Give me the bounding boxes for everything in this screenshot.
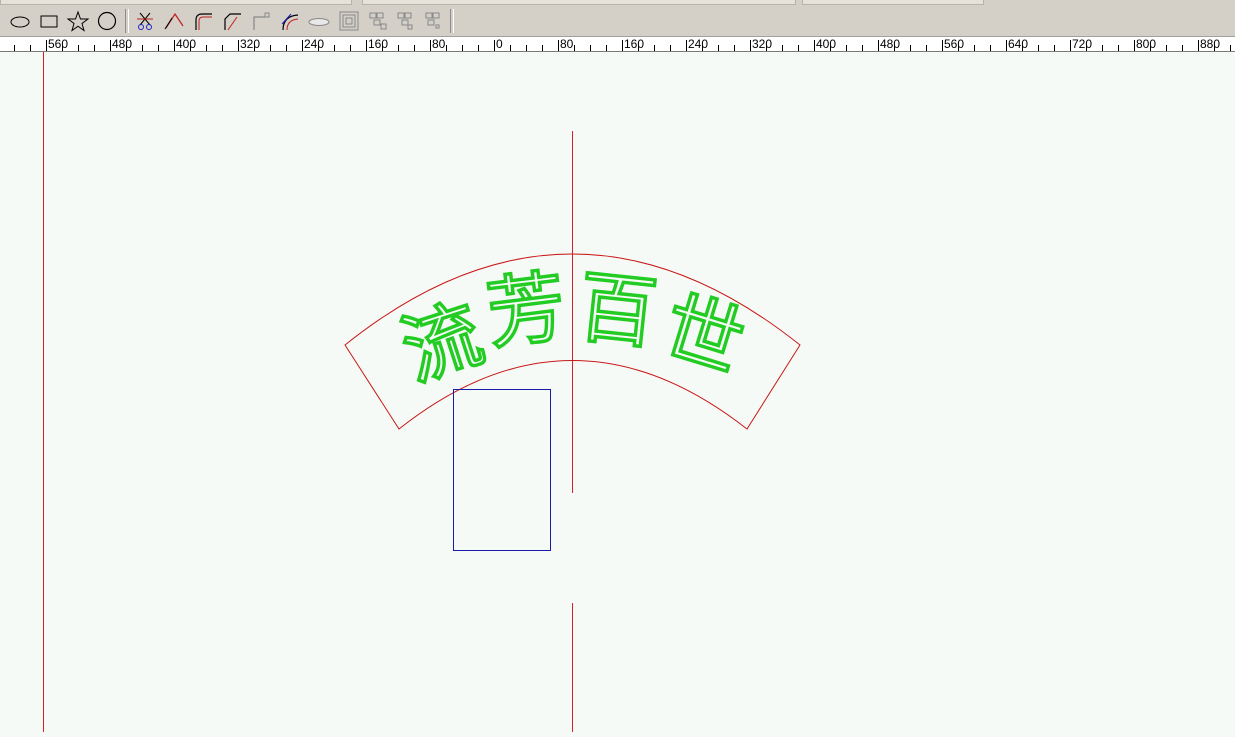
- panel-tab-right[interactable]: [802, 0, 984, 5]
- ellipse-tool-button[interactable]: [7, 8, 33, 34]
- cut-tool-button[interactable]: [132, 8, 158, 34]
- inner-corner-tool-button[interactable]: [248, 8, 274, 34]
- arc-text-char-3[interactable]: 百: [573, 262, 661, 361]
- arc-text-char-4[interactable]: 世: [652, 281, 754, 391]
- ruler-label: 160: [368, 37, 388, 51]
- panel-tab-middle[interactable]: [362, 0, 796, 5]
- ruler-label: 480: [880, 37, 900, 51]
- round-corner-tool-button[interactable]: [190, 8, 216, 34]
- drawing-canvas[interactable]: 流 芳 百 世: [0, 52, 1235, 732]
- ruler-scale: 560 480 400 320 240 160 80 0 80 160 240 320 400 480 56…: [14, 37, 1231, 51]
- ruler-label: 400: [816, 37, 836, 51]
- arc-text-char-1[interactable]: 流: [391, 288, 494, 399]
- concentric-squares-icon: [339, 11, 359, 31]
- chamfer-corner-icon: [224, 13, 241, 31]
- rectangle-icon: [40, 15, 58, 28]
- grouped-squares-icon: [425, 12, 440, 29]
- align-objects-a-button[interactable]: [365, 8, 391, 34]
- ruler-label: 240: [688, 37, 708, 51]
- drawing-toolbar: [0, 6, 1235, 37]
- star-icon: [67, 10, 89, 32]
- line-cut-tool-button[interactable]: [161, 8, 187, 34]
- toolbar-separator: [450, 9, 454, 33]
- chamfer-corner-tool-button[interactable]: [219, 8, 245, 34]
- flat-ellipse-icon: [308, 18, 330, 26]
- ruler-label: 0: [496, 37, 503, 51]
- grouped-squares-icon: [369, 12, 387, 30]
- ruler-label: 560: [944, 37, 964, 51]
- ruler-label: 160: [624, 37, 644, 51]
- ruler-label: 880: [1200, 37, 1220, 51]
- ruler-label: 80: [560, 37, 574, 51]
- horizontal-ruler[interactable]: 560 480 400 320 240 160 80 0 80 160 240 320 400 480 56…: [0, 37, 1235, 52]
- ruler-label: 640: [1008, 37, 1028, 51]
- canvas-drawing: 流 芳 百 世: [43, 52, 801, 732]
- octagon-icon: [97, 11, 117, 31]
- panel-tab-left[interactable]: [0, 0, 352, 5]
- angle-line-icon: [164, 12, 184, 30]
- arc-fillet-icon: [281, 13, 299, 31]
- star-tool-button[interactable]: [65, 8, 91, 34]
- align-objects-b-button[interactable]: [393, 8, 419, 34]
- align-objects-c-button[interactable]: [421, 8, 447, 34]
- arc-fillet-tool-button[interactable]: [277, 8, 303, 34]
- inner-corner-icon: [253, 12, 270, 30]
- ruler-label: 320: [240, 37, 260, 51]
- ruler-label: 480: [112, 37, 132, 51]
- round-corner-icon: [195, 13, 212, 30]
- arc-text-char-2[interactable]: 芳: [482, 262, 571, 362]
- ruler-label: 80: [432, 37, 446, 51]
- rectangle-tool-button[interactable]: [36, 8, 62, 34]
- ruler-label: 720: [1072, 37, 1092, 51]
- ruler-label: 400: [176, 37, 196, 51]
- scissors-icon: [137, 12, 153, 30]
- ruler-label: 240: [304, 37, 324, 51]
- offset-contour-tool-button[interactable]: [336, 8, 362, 34]
- ruler-label: 560: [48, 37, 68, 51]
- ellipse-icon: [10, 16, 30, 28]
- grouped-squares-icon: [397, 12, 413, 30]
- polygon-tool-button[interactable]: [94, 8, 120, 34]
- blue-rectangle-shape[interactable]: [453, 389, 551, 551]
- oval-stroke-tool-button[interactable]: [306, 8, 332, 34]
- toolbar-separator: [125, 9, 129, 33]
- ruler-label: 800: [1136, 37, 1156, 51]
- ruler-label: 320: [752, 37, 772, 51]
